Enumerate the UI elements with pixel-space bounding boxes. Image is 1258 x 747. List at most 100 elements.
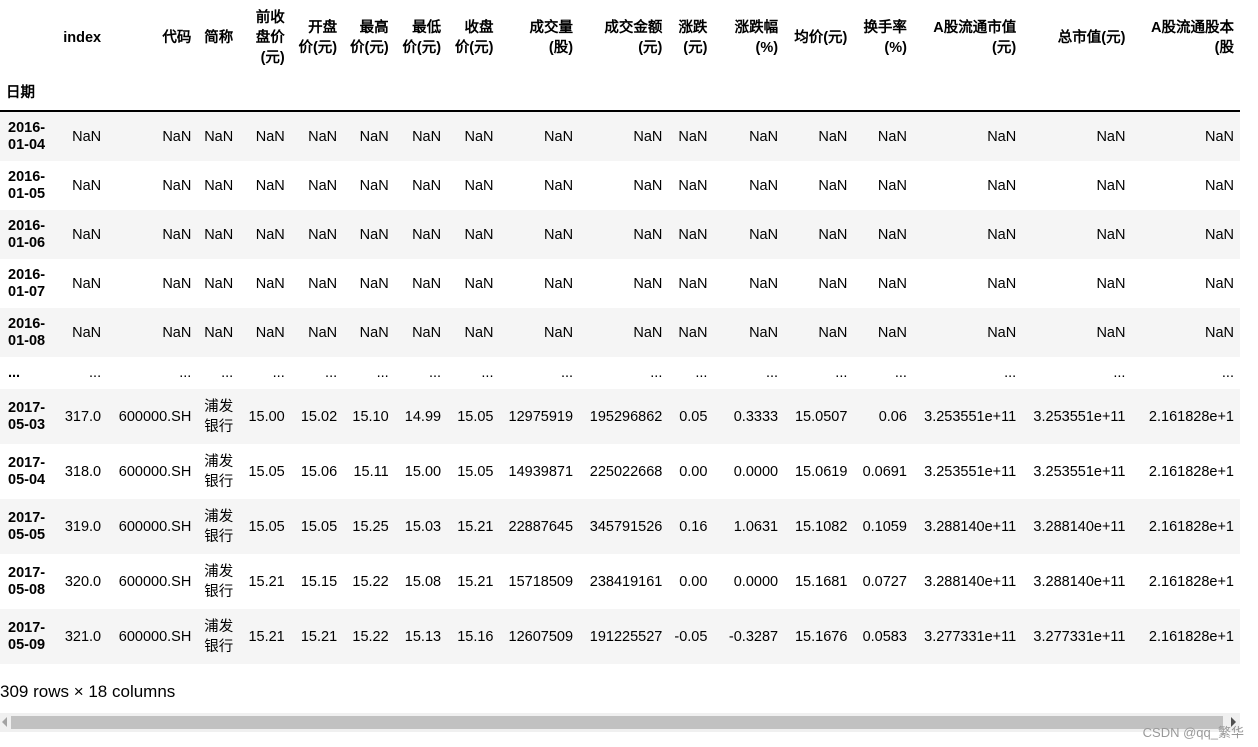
ellipsis-cell: ... xyxy=(695,365,708,381)
table-cell: NaN xyxy=(255,128,285,145)
table-cell: NaN xyxy=(877,226,907,243)
index-header-spacer xyxy=(1022,76,1132,112)
table-cell: 3.253551e+11 xyxy=(1033,463,1126,480)
column-header: 开盘价(元) xyxy=(298,20,338,56)
table-cell: 0.3333 xyxy=(733,408,779,425)
table-cell: NaN xyxy=(633,324,663,341)
table-cell: NaN xyxy=(308,324,338,341)
table-cell: NaN xyxy=(204,226,234,243)
row-index-date: 2016-01-05 xyxy=(8,168,46,202)
table-cell: 15.10 xyxy=(352,408,389,425)
table-cell: NaN xyxy=(1204,226,1234,243)
table-cell: 600000.SH xyxy=(118,573,192,590)
table-cell: 318.0 xyxy=(64,463,102,480)
table-cell: 0.0583 xyxy=(862,628,907,645)
index-header-spacer xyxy=(53,76,108,112)
table-cell: NaN xyxy=(987,128,1017,145)
table-cell: -0.05 xyxy=(674,628,708,645)
ellipsis-cell: ... xyxy=(835,365,848,381)
table-cell: NaN xyxy=(359,226,389,243)
table-cell: NaN xyxy=(678,177,708,194)
row-index-date: 2017-05-04 xyxy=(8,454,46,488)
scroll-left-arrow-icon[interactable] xyxy=(2,717,7,727)
table-cell: NaN xyxy=(308,275,338,292)
table-cell: NaN xyxy=(308,177,338,194)
column-header-row: index 代码 简称 前收盘价(元) 开盘价(元) 最高价(元) 最低价(元) 收盘价(元)… xyxy=(0,0,1240,76)
table-cell: 15.0619 xyxy=(794,463,848,480)
ellipsis-cell: ... xyxy=(325,365,338,381)
table-cell: NaN xyxy=(412,128,442,145)
table-cell: NaN xyxy=(255,177,285,194)
index-header-spacer xyxy=(394,76,448,112)
table-row: 2017-05-09 321.0 600000.SH 浦发银行 15.21 15.21 15… xyxy=(0,609,1240,664)
table-cell: 3.277331e+11 xyxy=(924,628,1017,645)
ellipsis-cell: ... xyxy=(1113,365,1126,381)
table-cell: 15718509 xyxy=(508,573,574,590)
row-index-date: 2016-01-07 xyxy=(8,266,46,300)
table-cell: NaN xyxy=(308,128,338,145)
table-cell: NaN xyxy=(633,275,663,292)
table-body: 2016-01-04 NaN NaN NaN NaN NaN NaN NaN NaN NaN NaN… xyxy=(0,111,1240,664)
column-header: 收盘价(元) xyxy=(454,20,494,56)
table-cell: NaN xyxy=(204,128,234,145)
ellipsis-cell: ... xyxy=(179,365,192,381)
table-row: 2016-01-08 NaN NaN NaN NaN NaN NaN NaN NaN NaN NaN… xyxy=(0,308,1240,357)
table-cell: 14.99 xyxy=(404,408,442,425)
column-header: 简称 xyxy=(204,30,234,46)
table-cell: 15.15 xyxy=(300,573,338,590)
table-cell: 15.05 xyxy=(248,463,285,480)
table-cell: 15.06 xyxy=(300,463,338,480)
table-row: 2017-05-08 320.0 600000.SH 浦发银行 15.21 15.15 15… xyxy=(0,554,1240,609)
ellipsis-cell: ... xyxy=(221,365,234,381)
table-cell: NaN xyxy=(987,226,1017,243)
table-cell: NaN xyxy=(72,226,102,243)
table-cell: 0.05 xyxy=(679,408,708,425)
table-cell: NaN xyxy=(72,128,102,145)
table-cell: NaN xyxy=(72,275,102,292)
table-cell: NaN xyxy=(818,275,848,292)
table-cell: 600000.SH xyxy=(118,408,192,425)
index-header-spacer xyxy=(447,76,500,112)
table-cell: 0.0691 xyxy=(862,463,907,480)
shape-summary: 309 rows × 18 columns xyxy=(0,682,176,701)
index-header-spacer xyxy=(1131,76,1240,112)
index-header-spacer xyxy=(579,76,669,112)
dataframe-output: index 代码 简称 前收盘价(元) 开盘价(元) 最高价(元) 最低价(元) 收盘价(元)… xyxy=(0,0,1240,680)
table-cell: NaN xyxy=(162,128,192,145)
table-cell: 1.0631 xyxy=(733,518,779,535)
table-cell: NaN xyxy=(1204,177,1234,194)
index-header-spacer xyxy=(239,76,291,112)
index-header-spacer xyxy=(668,76,714,112)
table-cell: NaN xyxy=(464,275,494,292)
table-cell: 321.0 xyxy=(64,628,102,645)
table-cell: NaN xyxy=(678,128,708,145)
table-cell: NaN xyxy=(678,324,708,341)
table-cell: 15.11 xyxy=(353,463,389,480)
table-cell: 0.16 xyxy=(679,518,708,535)
table-cell: NaN xyxy=(204,324,234,341)
table-cell: 0.00 xyxy=(679,463,708,480)
table-cell: 0.0000 xyxy=(733,463,779,480)
column-header: index xyxy=(63,30,102,46)
table-cell: 15.21 xyxy=(457,573,494,590)
table-cell: 15.16 xyxy=(457,628,494,645)
table-cell: 0.06 xyxy=(878,408,907,425)
horizontal-scrollbar[interactable] xyxy=(0,713,1240,732)
row-index-date: 2017-05-09 xyxy=(8,619,46,653)
table-cell: 22887645 xyxy=(508,518,574,535)
table-cell: 600000.SH xyxy=(118,463,192,480)
table-cell: NaN xyxy=(749,177,779,194)
table-cell: 15.08 xyxy=(404,573,442,590)
table-cell: NaN xyxy=(749,324,779,341)
table-cell: 600000.SH xyxy=(118,628,192,645)
table-cell: 320.0 xyxy=(64,573,102,590)
table-cell: NaN xyxy=(464,324,494,341)
table-cell: NaN xyxy=(1096,324,1126,341)
row-index-date: 2017-05-03 xyxy=(8,399,46,433)
column-header: 涨跌(元) xyxy=(678,20,708,56)
column-header: 均价(元) xyxy=(794,30,848,46)
scrollbar-thumb[interactable] xyxy=(11,716,1223,729)
table-row: 2016-01-06 NaN NaN NaN NaN NaN NaN NaN NaN NaN NaN… xyxy=(0,210,1240,259)
table-cell: NaN xyxy=(412,275,442,292)
table-cell: NaN xyxy=(162,275,192,292)
